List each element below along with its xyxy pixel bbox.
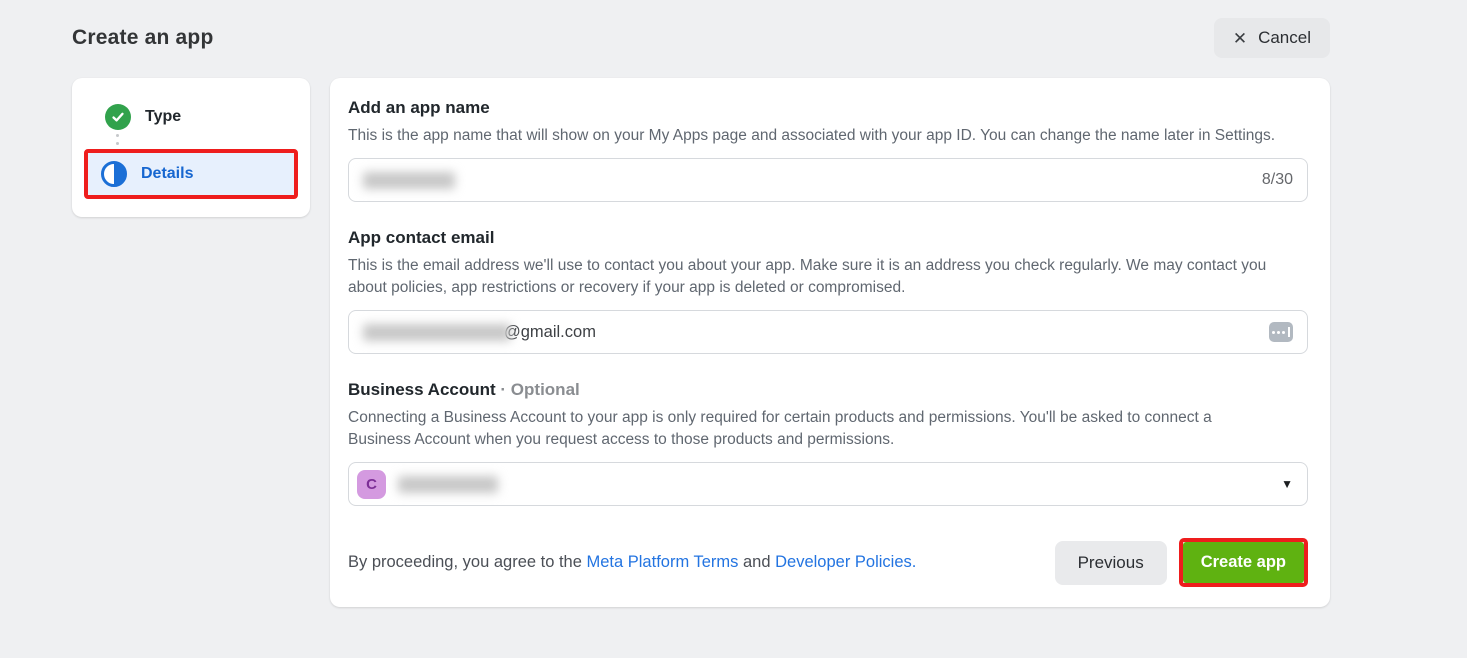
previous-button[interactable]: Previous [1055, 541, 1167, 585]
step-details-label: Details [141, 165, 193, 183]
business-account-title: Business Account · Optional [348, 380, 1308, 400]
agreement-text: By proceeding, you agree to the Meta Pla… [348, 553, 916, 572]
business-account-select[interactable]: C ▼ [348, 462, 1308, 506]
form-footer: By proceeding, you agree to the Meta Pla… [348, 538, 1308, 587]
business-account-avatar: C [357, 470, 386, 499]
cancel-button-label: Cancel [1258, 28, 1311, 48]
annotation-box-details: Details [84, 149, 298, 199]
close-icon: ✕ [1233, 30, 1247, 47]
annotation-box-create-app: Create app [1179, 538, 1308, 587]
details-form-card: Add an app name This is the app name tha… [330, 78, 1330, 607]
business-account-redacted-value [398, 476, 498, 493]
business-account-title-text: Business Account [348, 380, 496, 399]
agreement-middle: and [738, 553, 775, 571]
top-bar: Create an app ✕ Cancel [0, 0, 1467, 58]
contact-email-title: App contact email [348, 228, 1308, 248]
app-name-input[interactable]: 8/30 [348, 158, 1308, 202]
app-name-description: This is the app name that will show on y… [348, 125, 1308, 147]
app-name-redacted-value [363, 172, 455, 189]
agreement-prefix: By proceeding, you agree to the [348, 553, 587, 571]
cancel-button[interactable]: ✕ Cancel [1214, 18, 1330, 58]
developer-policies-link[interactable]: Developer Policies. [775, 553, 916, 571]
page-title: Create an app [72, 26, 213, 50]
steps-sidebar: Type Details [72, 78, 310, 217]
business-account-description: Connecting a Business Account to your ap… [348, 407, 1253, 451]
footer-actions: Previous Create app [1055, 538, 1308, 587]
half-circle-progress-icon [101, 161, 127, 187]
chevron-down-icon: ▼ [1281, 477, 1293, 491]
contact-email-input[interactable]: @gmail.com [348, 310, 1308, 354]
content-area: Type Details Add an app name This is the… [0, 58, 1467, 607]
business-account-section: Business Account · Optional Connecting a… [348, 380, 1308, 506]
app-name-section: Add an app name This is the app name tha… [348, 98, 1308, 202]
app-name-char-counter: 8/30 [1262, 171, 1293, 189]
business-account-optional-label: · Optional [500, 380, 579, 399]
step-type-label: Type [145, 108, 181, 126]
step-type[interactable]: Type [84, 104, 298, 130]
create-app-page: Create an app ✕ Cancel Type Details [0, 0, 1467, 658]
app-name-title: Add an app name [348, 98, 1308, 118]
contact-email-section: App contact email This is the email addr… [348, 228, 1308, 354]
autofill-manager-icon[interactable] [1269, 322, 1293, 342]
email-visible-suffix: @gmail.com [504, 323, 596, 342]
check-icon [105, 104, 131, 130]
contact-email-description: This is the email address we'll use to c… [348, 255, 1278, 299]
create-app-button[interactable]: Create app [1183, 542, 1304, 583]
step-connector-dots [116, 134, 298, 145]
meta-platform-terms-link[interactable]: Meta Platform Terms [587, 553, 739, 571]
email-redacted-value [363, 324, 511, 341]
step-details[interactable]: Details [88, 153, 294, 195]
